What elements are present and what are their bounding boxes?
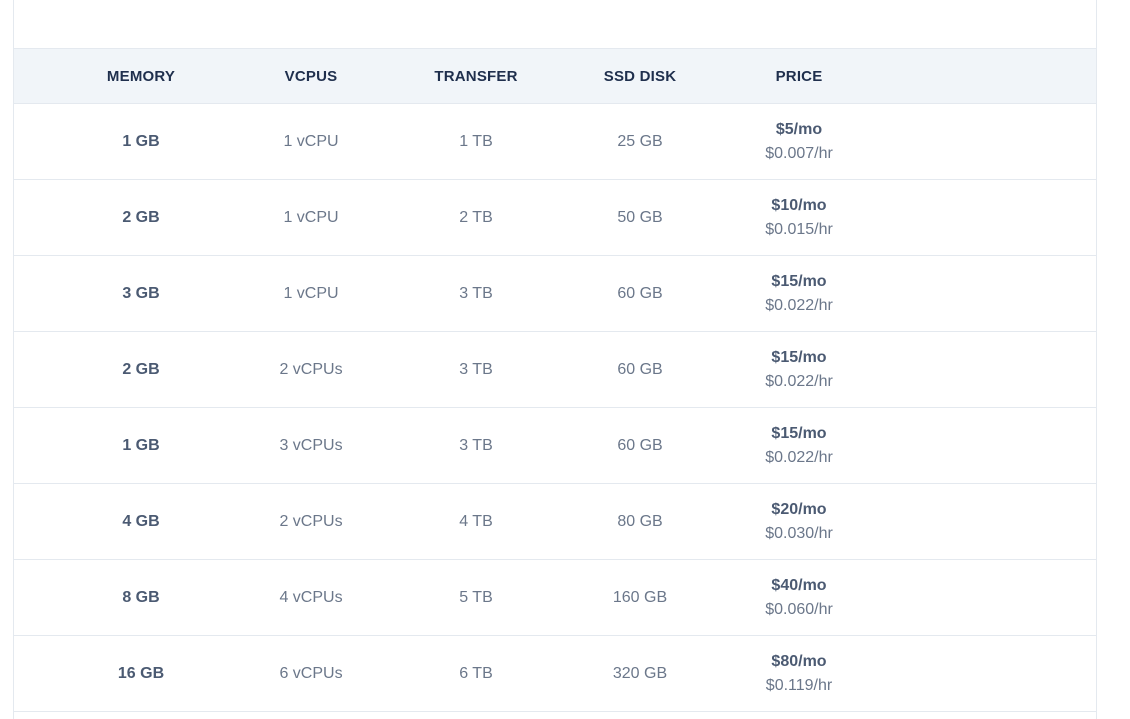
price-cell: $5/mo $0.007/hr (765, 118, 833, 166)
monthly-price: $20/mo (771, 501, 827, 518)
price-cell: $80/mo $0.119/hr (766, 650, 832, 698)
memory-cell: 1 GB (122, 437, 160, 454)
monthly-price: $5/mo (775, 121, 823, 138)
table-row: 1 GB 3 vCPUs 3 TB 60 GB $15/mo $0.022/hr (14, 408, 1096, 484)
hourly-price: $0.007/hr (765, 145, 833, 162)
memory-cell: 1 GB (122, 133, 160, 150)
ssd-disk-cell: 60 GB (617, 437, 663, 454)
table-row: 4 GB 2 vCPUs 4 TB 80 GB $20/mo $0.030/hr (14, 484, 1096, 560)
price-cell: $15/mo $0.022/hr (765, 346, 833, 394)
header-price[interactable]: PRICE (776, 49, 823, 104)
memory-cell: 2 GB (122, 361, 160, 378)
price-cell: $15/mo $0.022/hr (765, 422, 833, 470)
transfer-cell: 3 TB (459, 437, 493, 454)
monthly-price: $15/mo (771, 349, 827, 366)
hourly-price: $0.060/hr (765, 601, 833, 618)
vcpus-cell: 3 vCPUs (279, 437, 343, 454)
table-row: 8 GB 4 vCPUs 5 TB 160 GB $40/mo $0.060/h… (14, 560, 1096, 636)
pricing-table: MEMORY VCPUS TRANSFER SSD DISK PRICE 1 G… (14, 48, 1096, 712)
vcpus-cell: 6 vCPUs (279, 665, 343, 682)
monthly-price: $15/mo (771, 273, 827, 290)
vcpus-cell: 1 vCPU (283, 133, 339, 150)
pricing-panel: MEMORY VCPUS TRANSFER SSD DISK PRICE 1 G… (13, 0, 1097, 719)
ssd-disk-cell: 50 GB (617, 209, 663, 226)
transfer-cell: 4 TB (459, 513, 493, 530)
price-cell: $40/mo $0.060/hr (765, 574, 833, 622)
transfer-cell: 1 TB (459, 133, 493, 150)
ssd-disk-cell: 60 GB (617, 285, 663, 302)
transfer-cell: 3 TB (459, 285, 493, 302)
hourly-price: $0.022/hr (765, 373, 833, 390)
price-cell: $10/mo $0.015/hr (765, 194, 833, 242)
header-vcpus[interactable]: VCPUS (285, 49, 338, 104)
table-row: 1 GB 1 vCPU 1 TB 25 GB $5/mo $0.007/hr (14, 104, 1096, 180)
vcpus-cell: 1 vCPU (283, 285, 339, 302)
header-ssd-disk[interactable]: SSD DISK (604, 49, 676, 104)
ssd-disk-cell: 320 GB (612, 665, 668, 682)
table-row: 3 GB 1 vCPU 3 TB 60 GB $15/mo $0.022/hr (14, 256, 1096, 332)
transfer-cell: 5 TB (459, 589, 493, 606)
memory-cell: 4 GB (122, 513, 160, 530)
hourly-price: $0.119/hr (765, 677, 833, 694)
transfer-cell: 2 TB (459, 209, 493, 226)
ssd-disk-cell: 80 GB (617, 513, 663, 530)
memory-cell: 2 GB (122, 209, 160, 226)
table-row: 2 GB 1 vCPU 2 TB 50 GB $10/mo $0.015/hr (14, 180, 1096, 256)
memory-cell: 16 GB (117, 665, 165, 682)
memory-cell: 8 GB (122, 589, 160, 606)
hourly-price: $0.022/hr (765, 297, 833, 314)
vcpus-cell: 1 vCPU (283, 209, 339, 226)
vcpus-cell: 4 vCPUs (279, 589, 343, 606)
ssd-disk-cell: 60 GB (617, 361, 663, 378)
monthly-price: $40/mo (771, 577, 827, 594)
monthly-price: $15/mo (771, 425, 827, 442)
vcpus-cell: 2 vCPUs (279, 513, 343, 530)
memory-cell: 3 GB (122, 285, 160, 302)
ssd-disk-cell: 25 GB (617, 133, 663, 150)
transfer-cell: 6 TB (459, 665, 493, 682)
table-header-row: MEMORY VCPUS TRANSFER SSD DISK PRICE (14, 48, 1096, 104)
transfer-cell: 3 TB (459, 361, 493, 378)
price-cell: $20/mo $0.030/hr (765, 498, 833, 546)
hourly-price: $0.030/hr (765, 525, 833, 542)
table-row: 16 GB 6 vCPUs 6 TB 320 GB $80/mo $0.119/… (14, 636, 1096, 712)
monthly-price: $10/mo (771, 197, 827, 214)
header-transfer[interactable]: TRANSFER (434, 49, 517, 104)
ssd-disk-cell: 160 GB (612, 589, 668, 606)
hourly-price: $0.015/hr (765, 221, 833, 238)
monthly-price: $80/mo (771, 653, 827, 670)
table-row: 2 GB 2 vCPUs 3 TB 60 GB $15/mo $0.022/hr (14, 332, 1096, 408)
header-memory[interactable]: MEMORY (107, 49, 175, 104)
hourly-price: $0.022/hr (765, 449, 833, 466)
vcpus-cell: 2 vCPUs (279, 361, 343, 378)
price-cell: $15/mo $0.022/hr (765, 270, 833, 318)
